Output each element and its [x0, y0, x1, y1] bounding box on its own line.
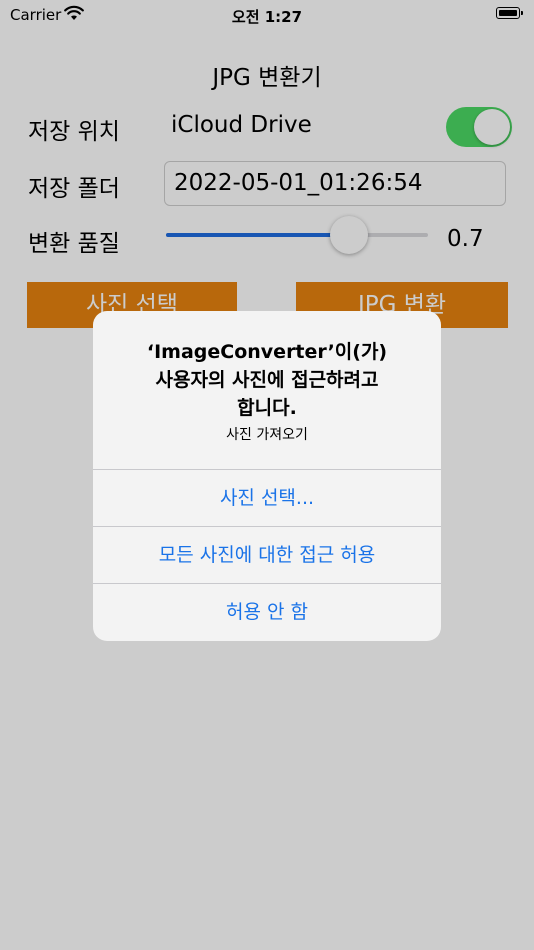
- alert-title: ‘ImageConverter’이(가) 사용자의 사진에 접근하려고 합니다.: [113, 338, 421, 422]
- photo-permission-alert: ‘ImageConverter’이(가) 사용자의 사진에 접근하려고 합니다.…: [93, 311, 441, 641]
- dont-allow-action[interactable]: 허용 안 함: [93, 584, 441, 640]
- alert-title-line: ‘ImageConverter’이(가): [146, 341, 388, 363]
- app-screen: Carrier 오전 1:27 JPG 변환기 저장 위치 iCloud Dri…: [0, 0, 534, 950]
- allow-all-photos-action[interactable]: 모든 사진에 대한 접근 허용: [93, 527, 441, 583]
- select-photos-action[interactable]: 사진 선택...: [93, 470, 441, 526]
- alert-message: 사진 가져오기: [226, 427, 308, 443]
- alert-title-line: 사용자의 사진에 접근하려고: [155, 369, 379, 391]
- alert-title-line: 합니다.: [237, 397, 297, 419]
